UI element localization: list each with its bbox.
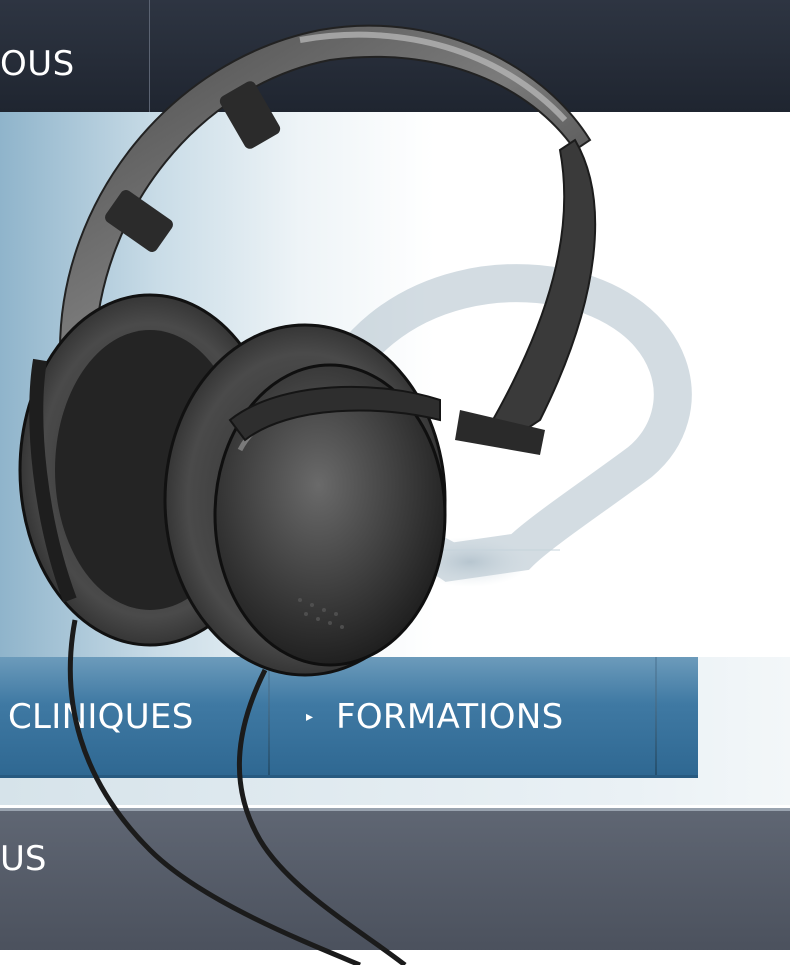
hero-banner [0, 112, 790, 657]
arrow-right-icon: ▸ [306, 709, 314, 725]
hero-background [306, 264, 692, 587]
secondary-navigation: CLINIQUES ▸ FORMATIONS [0, 657, 790, 805]
nav-divider [149, 0, 150, 112]
nav-divider [655, 657, 657, 775]
top-navigation: OUS [0, 0, 790, 112]
content-header-bar: US [0, 808, 790, 953]
section-heading-partial: US [0, 839, 47, 879]
nav-item-cliniques[interactable]: CLINIQUES [8, 697, 194, 737]
nav-item-partial-label[interactable]: OUS [0, 44, 75, 84]
page-bottom-strip [0, 950, 790, 965]
nav-divider [268, 657, 270, 775]
secondary-nav-bar: CLINIQUES ▸ FORMATIONS [0, 657, 698, 778]
nav-item-formations[interactable]: FORMATIONS [336, 697, 563, 737]
